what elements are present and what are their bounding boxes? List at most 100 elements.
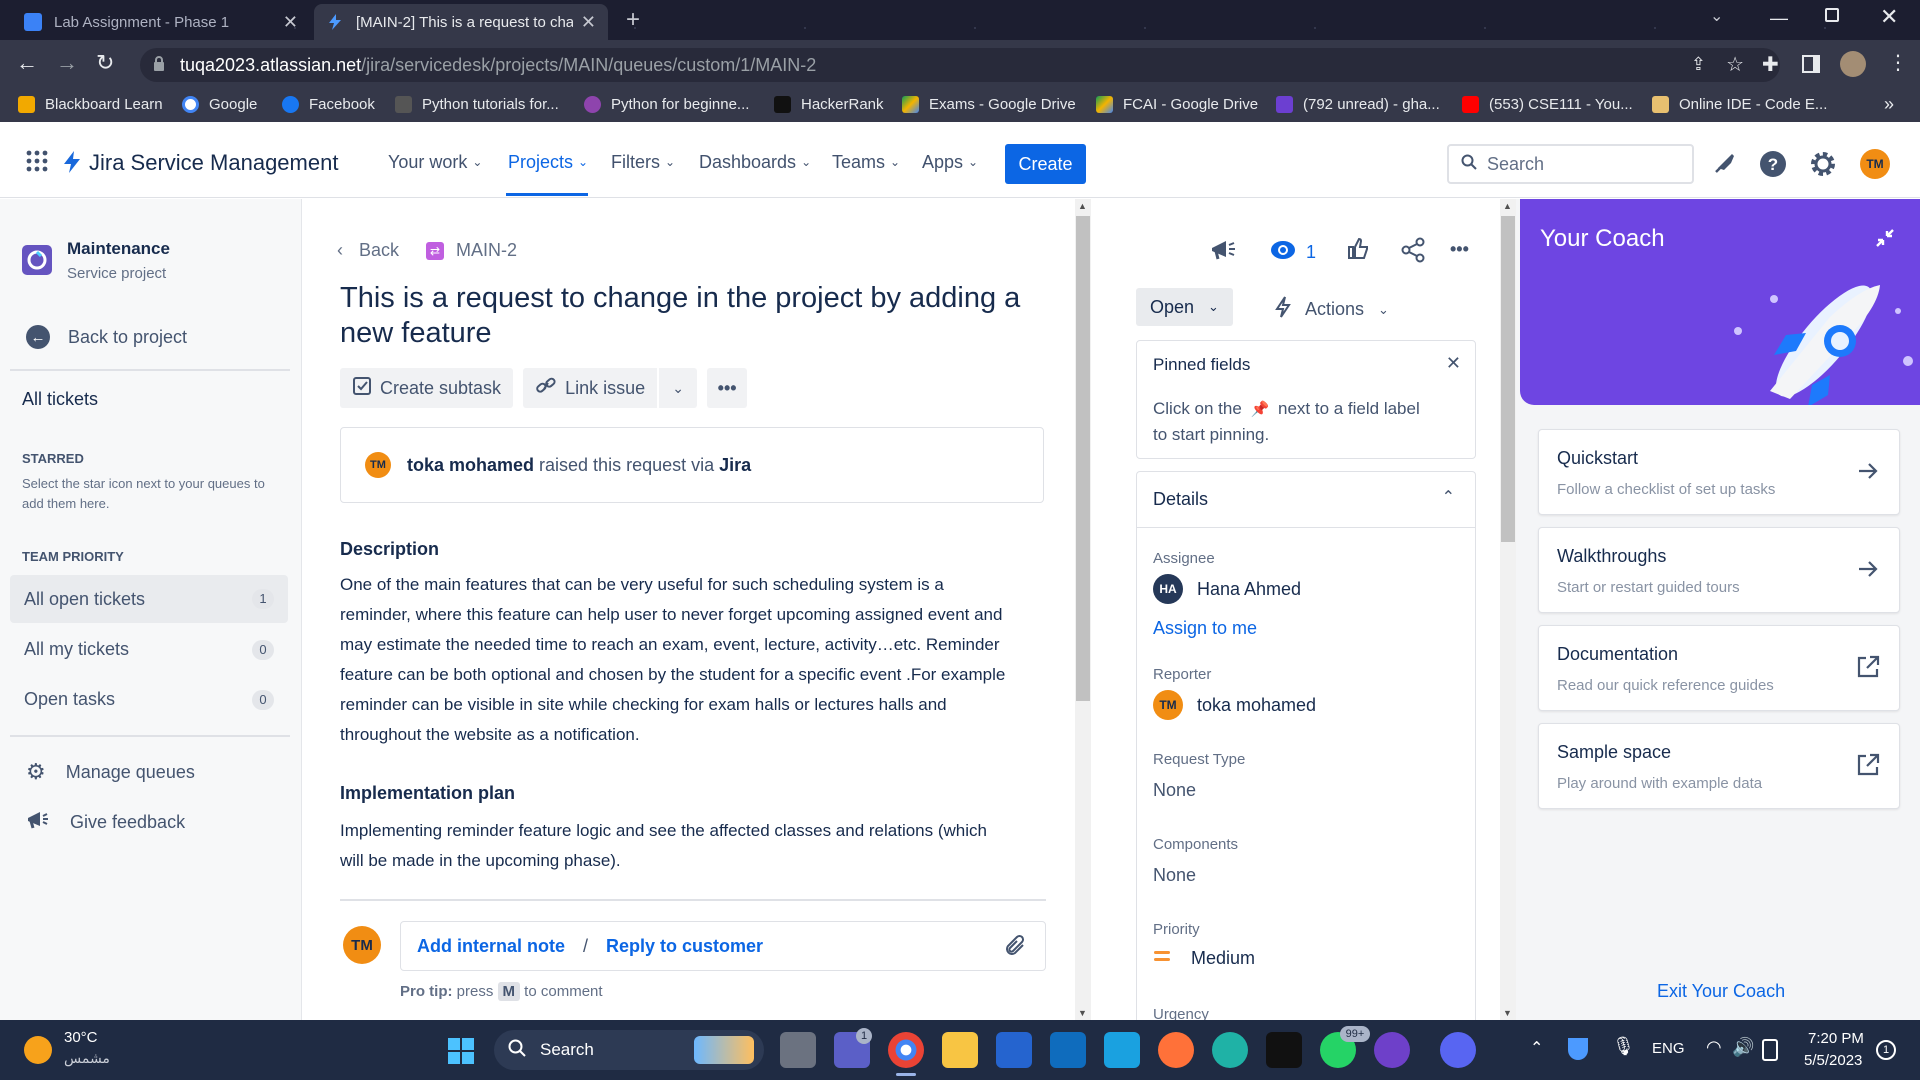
raised-user[interactable]: toka mohamed xyxy=(407,455,534,476)
extensions-icon[interactable]: ✚ xyxy=(1762,52,1779,77)
nav-projects[interactable]: Projects ⌄ xyxy=(508,152,588,173)
notification-badge[interactable]: 1 xyxy=(1876,1040,1896,1060)
bookmark-fcai-drive[interactable]: FCAI - Google Drive xyxy=(1096,96,1258,113)
weather-temp[interactable]: 30°C xyxy=(64,1029,98,1046)
manage-queues-link[interactable]: ⚙ Manage queues xyxy=(26,759,195,785)
bookmark-hackerrank[interactable]: HackerRank xyxy=(774,96,884,113)
nav-filters[interactable]: Filters ⌄ xyxy=(611,152,675,173)
reporter-avatar[interactable]: TM xyxy=(365,452,391,478)
forward-arrow-icon[interactable]: → xyxy=(56,50,78,76)
tab-close-icon[interactable]: ✕ xyxy=(283,12,298,33)
actions-dropdown[interactable]: Actions ⌄ xyxy=(1273,295,1389,324)
battery-icon[interactable] xyxy=(1762,1039,1778,1061)
language-indicator[interactable]: ENG xyxy=(1652,1040,1685,1057)
main-scrollbar-thumb[interactable] xyxy=(1076,216,1090,701)
edge-icon[interactable] xyxy=(1212,1032,1248,1068)
taskbar-search[interactable]: Search xyxy=(494,1030,764,1070)
chevron-up-icon[interactable]: ⌃ xyxy=(1530,1038,1543,1058)
create-button[interactable]: Create xyxy=(1005,144,1086,184)
file-explorer-icon[interactable] xyxy=(942,1032,978,1068)
github-icon[interactable] xyxy=(1374,1032,1410,1068)
bookmark-mail[interactable]: (792 unread) - gha... xyxy=(1276,96,1440,113)
search-input[interactable]: Search xyxy=(1447,144,1694,184)
more-options-icon[interactable]: ••• xyxy=(1450,239,1469,260)
lens-app-icon[interactable] xyxy=(1104,1032,1140,1068)
status-dropdown[interactable]: Open ⌄ xyxy=(1136,288,1233,326)
like-thumbs-up-icon[interactable] xyxy=(1346,237,1370,266)
volume-icon[interactable]: 🔊 xyxy=(1732,1037,1754,1058)
queue-open-tasks[interactable]: Open tasks 0 xyxy=(10,675,288,723)
netflix-icon[interactable] xyxy=(1266,1032,1302,1068)
create-subtask-button[interactable]: Create subtask xyxy=(340,368,514,408)
bookmark-python-beginners[interactable]: Python for beginne... xyxy=(584,96,749,113)
browser-menu-icon[interactable]: ⋮ xyxy=(1888,50,1908,75)
scroll-up-icon[interactable]: ▲ xyxy=(1078,201,1087,211)
notifications-icon[interactable] xyxy=(1712,150,1740,178)
project-name[interactable]: Maintenance xyxy=(67,239,170,259)
jira-logo-icon[interactable] xyxy=(62,150,82,179)
address-bar[interactable]: tuqa2023.atlassian.net/jira/servicedesk/… xyxy=(140,48,1780,82)
scroll-up-icon[interactable]: ▲ xyxy=(1503,201,1512,211)
windows-start-icon[interactable] xyxy=(447,1037,475,1070)
bookmark-star-icon[interactable]: ☆ xyxy=(1726,52,1744,77)
clock-date[interactable]: 5/5/2023 xyxy=(1804,1052,1862,1069)
reply-to-customer-link[interactable]: Reply to customer xyxy=(606,936,763,957)
nav-apps[interactable]: Apps ⌄ xyxy=(922,152,978,173)
close-icon[interactable]: ✕ xyxy=(1446,353,1461,374)
queue-all-my-tickets[interactable]: All my tickets 0 xyxy=(10,625,288,673)
issue-title[interactable]: This is a request to change in the proje… xyxy=(340,281,1020,351)
bookmark-exams-drive[interactable]: Exams - Google Drive xyxy=(902,96,1076,113)
back-arrow-icon[interactable]: ← xyxy=(16,50,38,76)
nav-dashboards[interactable]: Dashboards ⌄ xyxy=(699,152,811,173)
coach-card-documentation[interactable]: Documentation Read our quick reference g… xyxy=(1538,625,1900,711)
exit-coach-link[interactable]: Exit Your Coach xyxy=(1657,981,1785,1002)
give-feedback-link[interactable]: Give feedback xyxy=(26,809,185,836)
collapse-icon[interactable] xyxy=(1874,227,1896,254)
back-link[interactable]: ‹ Back xyxy=(337,240,399,261)
help-icon[interactable]: ? xyxy=(1759,150,1787,178)
user-avatar[interactable]: TM xyxy=(1860,149,1890,179)
bookmark-google[interactable]: Google xyxy=(182,96,257,113)
queue-all-open-tickets[interactable]: All open tickets 1 xyxy=(10,575,288,623)
chrome-icon[interactable] xyxy=(888,1032,924,1068)
comment-box[interactable]: Add internal note / Reply to customer xyxy=(400,921,1046,971)
description-body[interactable]: One of the main features that can be ver… xyxy=(340,570,1005,750)
microphone-icon[interactable]: 🎙 xyxy=(1612,1036,1635,1057)
bookmark-youtube[interactable]: (553) CSE111 - You... xyxy=(1462,96,1633,113)
share-icon[interactable] xyxy=(1400,237,1426,268)
bookmark-blackboard[interactable]: Blackboard Learn xyxy=(18,96,163,113)
todo-icon[interactable] xyxy=(996,1032,1032,1068)
minimize-icon[interactable]: — xyxy=(1770,8,1788,29)
profile-avatar[interactable] xyxy=(1840,51,1866,77)
share-page-icon[interactable]: ⇪ xyxy=(1691,54,1706,75)
feedback-megaphone-icon[interactable] xyxy=(1210,237,1238,268)
browser-tab-lab-assignment[interactable]: Lab Assignment - Phase 1 ✕ xyxy=(12,4,310,40)
settings-gear-icon[interactable] xyxy=(1809,150,1837,178)
link-issue-dropdown[interactable]: ⌄ xyxy=(659,368,698,408)
add-internal-note-link[interactable]: Add internal note xyxy=(417,936,565,957)
weather-sun-icon[interactable] xyxy=(24,1036,52,1064)
coach-card-quickstart[interactable]: Quickstart Follow a checklist of set up … xyxy=(1538,429,1900,515)
reload-icon[interactable]: ↻ xyxy=(96,50,114,76)
clock-time[interactable]: 7:20 PM xyxy=(1808,1030,1864,1047)
back-to-project-link[interactable]: ← Back to project xyxy=(26,325,187,349)
nav-your-work[interactable]: Your work ⌄ xyxy=(388,152,482,173)
implementation-body[interactable]: Implementing reminder feature logic and … xyxy=(340,816,987,876)
coach-card-sample-space[interactable]: Sample space Play around with example da… xyxy=(1538,723,1900,809)
chevron-up-icon[interactable]: ⌃ xyxy=(1442,487,1455,507)
app-switcher-icon[interactable] xyxy=(26,150,48,177)
issue-key-breadcrumb[interactable]: ⇄ MAIN-2 xyxy=(426,240,517,261)
discord-icon[interactable] xyxy=(1440,1032,1476,1068)
restore-icon[interactable] xyxy=(1825,8,1839,22)
nav-teams[interactable]: Teams ⌄ xyxy=(832,152,900,173)
wifi-icon[interactable]: ◠ xyxy=(1706,1037,1722,1058)
scroll-down-icon[interactable]: ▼ xyxy=(1503,1008,1512,1018)
more-bookmarks-icon[interactable]: » xyxy=(1884,94,1894,115)
attachment-icon[interactable] xyxy=(1005,934,1027,963)
more-actions-button[interactable]: ••• xyxy=(707,368,748,408)
security-shield-icon[interactable] xyxy=(1568,1038,1588,1060)
bookmark-online-ide[interactable]: Online IDE - Code E... xyxy=(1652,96,1827,113)
assignee-field[interactable]: HA Hana Ahmed xyxy=(1153,574,1301,604)
tab-close-icon[interactable]: ✕ xyxy=(581,12,596,33)
link-issue-button[interactable]: Link issue xyxy=(523,368,658,408)
